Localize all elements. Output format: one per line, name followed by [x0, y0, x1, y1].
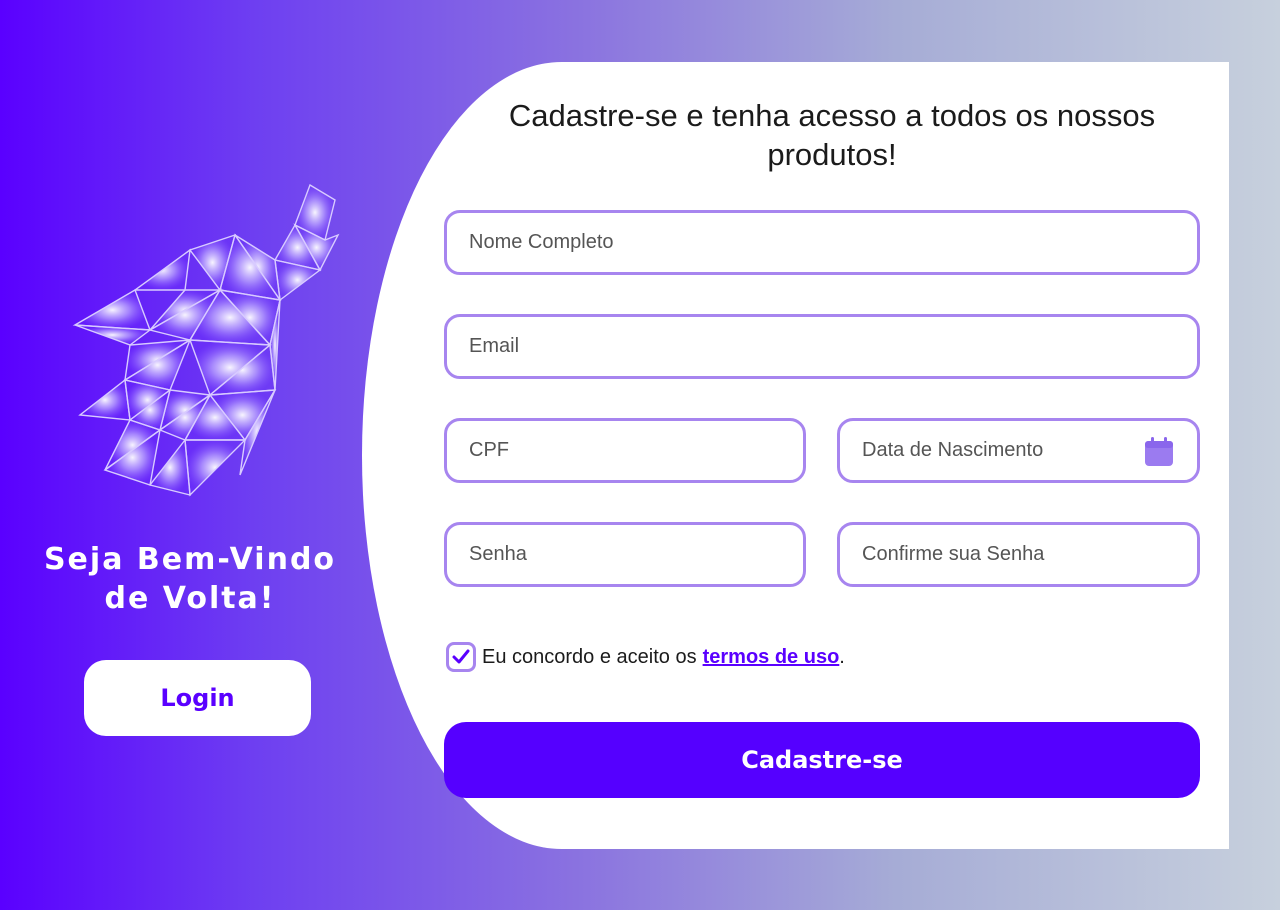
terms-suffix: .: [839, 645, 845, 668]
password-field[interactable]: [444, 522, 806, 587]
title-line-1: Cadastre-se e tenha acesso a todos os no…: [508, 98, 1156, 133]
birth-date-field[interactable]: [837, 418, 1200, 483]
signup-card: Cadastre-se e tenha acesso a todos os no…: [362, 62, 1229, 849]
confirm-password-input[interactable]: [860, 542, 1177, 567]
welcome-line-1: Seja Bem-Vindo: [43, 542, 337, 577]
welcome-line-2: de Volta!: [104, 581, 276, 616]
login-button[interactable]: Login: [84, 660, 311, 736]
terms-text: Eu concordo e aceito os: [482, 645, 697, 668]
title-line-2: produtos!: [767, 137, 897, 172]
signup-page: Seja Bem-Vindo de Volta! Login Cadastre-…: [0, 0, 1280, 910]
signup-submit-button[interactable]: Cadastre-se: [444, 722, 1200, 798]
cpf-input[interactable]: [467, 438, 783, 463]
confirm-password-field[interactable]: [837, 522, 1200, 587]
checkmark-icon: [452, 649, 470, 664]
terms-row: Eu concordo e aceito os termos de uso .: [446, 642, 845, 672]
terms-link[interactable]: termos de uso: [703, 646, 840, 669]
welcome-message: Seja Bem-Vindo de Volta!: [30, 540, 350, 618]
password-input[interactable]: [467, 542, 783, 567]
email-input[interactable]: [467, 334, 1177, 359]
cpf-field[interactable]: [444, 418, 806, 483]
birth-date-input[interactable]: [860, 438, 1124, 463]
wolf-logo-icon: [72, 183, 340, 497]
full-name-field[interactable]: [444, 210, 1200, 275]
full-name-input[interactable]: [467, 230, 1177, 255]
terms-checkbox[interactable]: [446, 642, 476, 672]
page-title: Cadastre-se e tenha acesso a todos os no…: [472, 96, 1192, 174]
calendar-icon[interactable]: [1143, 436, 1175, 468]
email-field[interactable]: [444, 314, 1200, 379]
